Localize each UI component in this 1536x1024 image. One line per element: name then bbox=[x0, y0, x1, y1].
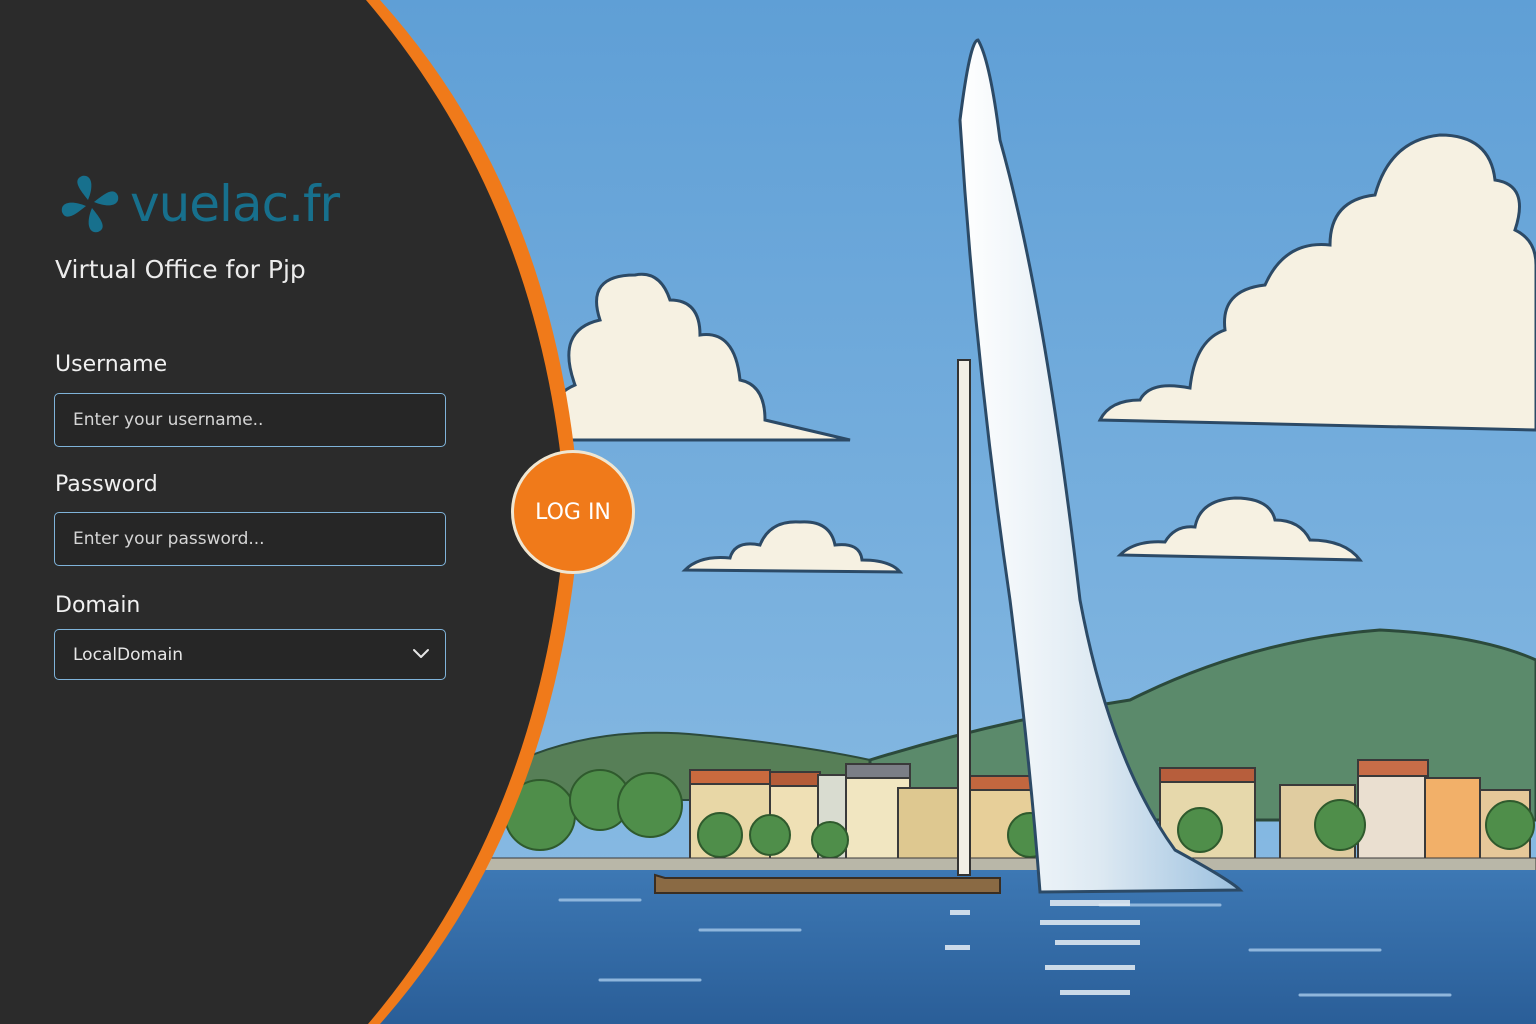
domain-select[interactable]: LocalDomain bbox=[54, 629, 446, 680]
page-subtitle: Virtual Office for Pjp bbox=[55, 255, 306, 284]
login-button[interactable]: LOG IN bbox=[511, 450, 635, 574]
username-field-wrapper bbox=[54, 393, 446, 447]
brand-logo: vuelac.fr bbox=[58, 172, 340, 236]
pinwheel-logo-icon bbox=[61, 175, 119, 233]
username-input[interactable] bbox=[55, 394, 445, 446]
username-label: Username bbox=[55, 352, 168, 377]
domain-select-value: LocalDomain bbox=[73, 645, 184, 665]
brand-name: vuelac.fr bbox=[130, 175, 340, 233]
domain-label: Domain bbox=[55, 593, 141, 618]
password-field-wrapper bbox=[54, 512, 446, 566]
chevron-down-icon bbox=[413, 649, 429, 658]
password-input[interactable] bbox=[55, 513, 445, 565]
password-label: Password bbox=[55, 472, 158, 497]
